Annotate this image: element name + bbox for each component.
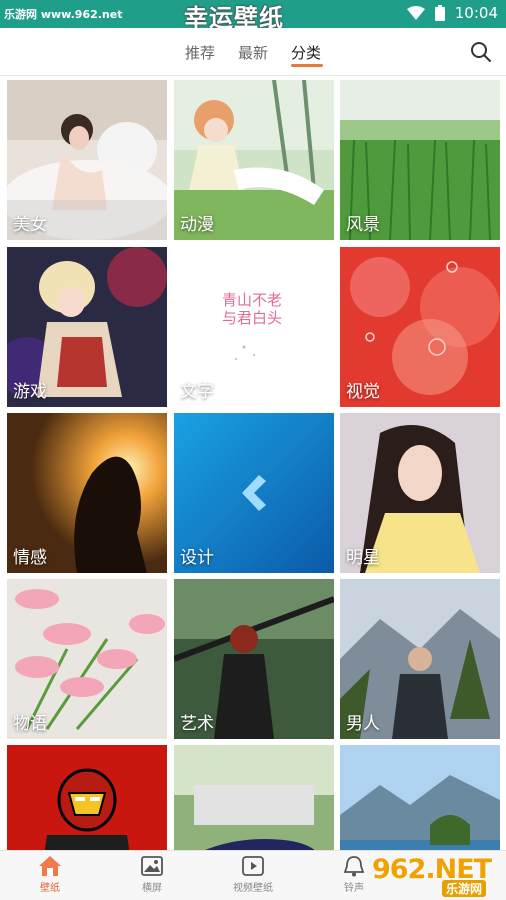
tile-label: 文字 xyxy=(180,382,214,402)
tile-label: 美女 xyxy=(13,215,47,235)
nav-landscape[interactable]: 横屏 xyxy=(112,855,192,894)
category-tile-scenery[interactable]: 风景 xyxy=(340,80,500,240)
tile-label: 物语 xyxy=(13,714,47,734)
bell-icon xyxy=(343,856,365,877)
tile-label: 风景 xyxy=(346,215,380,235)
nav-wallpaper[interactable]: 壁纸 xyxy=(10,855,90,894)
category-tile-partial-2[interactable] xyxy=(174,745,334,850)
tab-latest[interactable]: 最新 xyxy=(238,42,268,63)
tab-active-indicator xyxy=(291,64,323,67)
category-tile-art[interactable]: 艺术 xyxy=(174,579,334,739)
search-icon[interactable] xyxy=(470,41,492,63)
nav-label: 横屏 xyxy=(142,883,162,894)
image-icon xyxy=(141,856,163,876)
tile-label: 视觉 xyxy=(346,382,380,402)
category-grid: 美女 动漫 风景 游戏 青山不老 与君白头 文字 视觉 情感 设计 明星 物语 … xyxy=(0,77,506,850)
tile-label: 艺术 xyxy=(180,714,214,734)
tile-label: 设计 xyxy=(180,548,214,568)
tile-label: 动漫 xyxy=(180,215,214,235)
status-indicators: 10:04 xyxy=(406,4,498,22)
watermark-logo-subtext: 乐游网 xyxy=(442,880,487,897)
category-tile-man[interactable]: 男人 xyxy=(340,579,500,739)
status-bar: 乐游网 www.962.net 幸运壁纸 10:04 xyxy=(0,0,506,32)
tile-label: 明星 xyxy=(346,548,380,568)
category-tile-story[interactable]: 物语 xyxy=(7,579,167,739)
car-thumbnail xyxy=(174,745,334,850)
clock: 10:04 xyxy=(454,4,498,22)
text-tile-line-2: 与君白头 xyxy=(222,309,283,327)
tile-label: 男人 xyxy=(346,714,380,734)
watermark-text: 乐游网 www.962.net xyxy=(4,8,123,21)
category-tile-visual[interactable]: 视觉 xyxy=(340,247,500,407)
category-tile-partial-3[interactable] xyxy=(340,745,500,850)
ironman-thumbnail xyxy=(7,745,167,850)
category-tile-anime[interactable]: 动漫 xyxy=(174,80,334,240)
nav-label: 视频壁纸 xyxy=(233,883,273,894)
category-tile-beauty[interactable]: 美女 xyxy=(7,80,167,240)
nav-video-wallpaper[interactable]: 视频壁纸 xyxy=(213,855,293,894)
category-tile-emotion[interactable]: 情感 xyxy=(7,413,167,573)
category-tile-partial-1[interactable] xyxy=(7,745,167,850)
tile-label: 情感 xyxy=(13,548,47,568)
category-tile-game[interactable]: 游戏 xyxy=(7,247,167,407)
category-tile-design[interactable]: 设计 xyxy=(174,413,334,573)
lake-thumbnail xyxy=(340,745,500,850)
tab-recommend[interactable]: 推荐 xyxy=(185,42,215,63)
wifi-icon xyxy=(406,6,425,20)
video-icon xyxy=(242,856,264,876)
tab-category[interactable]: 分类 xyxy=(291,42,321,63)
top-tab-bar: 推荐 最新 分类 xyxy=(0,28,506,76)
tile-label: 游戏 xyxy=(13,382,47,402)
home-icon xyxy=(39,856,61,876)
category-tile-text[interactable]: 青山不老 与君白头 文字 xyxy=(174,247,334,407)
category-tile-star[interactable]: 明星 xyxy=(340,413,500,573)
nav-label: 壁纸 xyxy=(40,883,60,894)
battery-icon xyxy=(434,5,445,21)
watermark-logo: 962.NET 乐游网 xyxy=(372,854,502,897)
